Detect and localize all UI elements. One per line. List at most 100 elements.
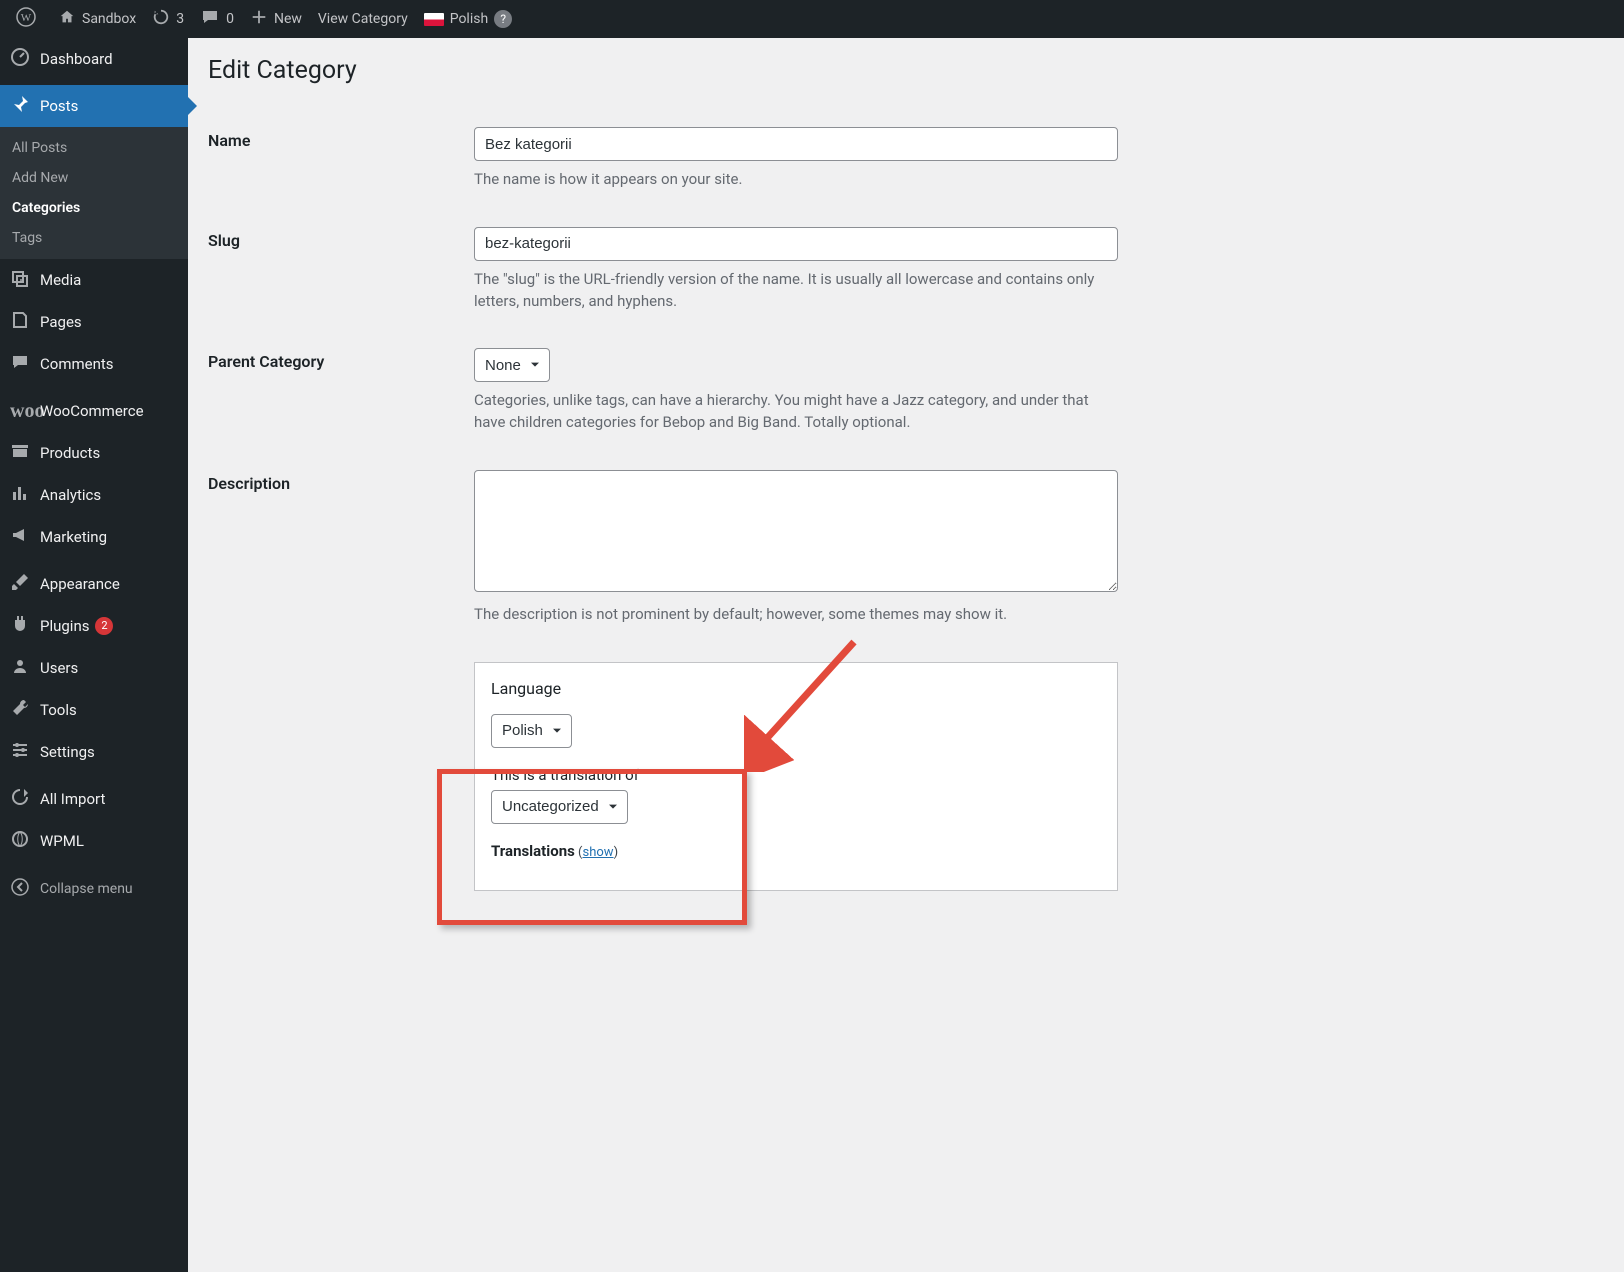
pin-icon <box>10 94 30 119</box>
woocommerce-icon: woo <box>10 400 30 423</box>
admin-sidebar: Dashboard Posts All Posts Add New Catego… <box>0 38 188 1272</box>
site-name[interactable]: Sandbox <box>50 0 144 38</box>
sidebar-item-users[interactable]: Users <box>0 647 188 689</box>
sidebar-item-label: Posts <box>40 97 78 115</box>
new-label: New <box>274 11 302 27</box>
sidebar-item-label: WooCommerce <box>40 402 144 420</box>
parent-description: Categories, unlike tags, can have a hier… <box>474 390 1118 434</box>
updates[interactable]: 3 <box>144 0 192 38</box>
update-icon <box>152 7 170 31</box>
site-title-text: Sandbox <box>82 11 136 27</box>
plugins-badge: 2 <box>95 617 113 635</box>
language-label: Polish <box>450 11 488 27</box>
user-icon <box>10 656 30 681</box>
sidebar-item-label: Marketing <box>40 528 107 546</box>
translations-paren-close: ) <box>614 845 619 860</box>
polish-flag-icon <box>424 13 444 26</box>
wordpress-icon: W <box>16 7 36 32</box>
sidebar-item-dashboard[interactable]: Dashboard <box>0 38 188 80</box>
page-title: Edit Category <box>208 56 1604 85</box>
svg-text:W: W <box>21 12 32 24</box>
dashboard-icon <box>10 47 30 72</box>
sidebar-item-label: All Import <box>40 790 105 808</box>
brush-icon <box>10 572 30 597</box>
collapse-icon <box>10 877 30 901</box>
sidebar-item-label: Appearance <box>40 575 120 593</box>
help-icon: ? <box>494 10 512 28</box>
sliders-icon <box>10 740 30 765</box>
sidebar-item-wpml[interactable]: WPML <box>0 820 188 862</box>
pages-icon <box>10 310 30 335</box>
collapse-label: Collapse menu <box>40 881 133 897</box>
wp-logo[interactable]: W <box>8 0 50 38</box>
megaphone-icon <box>10 525 30 550</box>
media-icon <box>10 268 30 293</box>
parent-select[interactable]: None <box>474 348 550 382</box>
import-icon <box>10 787 30 812</box>
plugin-icon <box>10 614 30 639</box>
comments[interactable]: 0 <box>192 0 242 38</box>
new-content[interactable]: New <box>242 0 310 38</box>
description-label: Description <box>208 474 290 493</box>
translation-of-label: This is a translation of <box>491 766 1101 784</box>
description-help: The description is not prominent by defa… <box>474 604 1118 626</box>
posts-submenu: All Posts Add New Categories Tags <box>0 127 188 259</box>
sidebar-item-settings[interactable]: Settings <box>0 731 188 773</box>
sidebar-item-products[interactable]: Products <box>0 432 188 474</box>
sidebar-item-label: Pages <box>40 313 82 331</box>
sidebar-item-analytics[interactable]: Analytics <box>0 474 188 516</box>
parent-label: Parent Category <box>208 352 324 371</box>
sidebar-item-comments[interactable]: Comments <box>0 343 188 385</box>
sidebar-item-label: Settings <box>40 743 95 761</box>
comment-icon <box>200 7 220 32</box>
sidebar-item-label: Media <box>40 271 81 289</box>
translations-show-link[interactable]: show <box>583 845 614 860</box>
view-category[interactable]: View Category <box>310 0 416 38</box>
sidebar-item-label: Analytics <box>40 486 101 504</box>
sidebar-item-label: Users <box>40 659 78 677</box>
language-heading: Language <box>491 679 1101 698</box>
translation-of-select[interactable]: Uncategorized <box>491 790 628 824</box>
submenu-add-new[interactable]: Add New <box>0 163 188 193</box>
slug-input[interactable] <box>474 227 1118 261</box>
name-label: Name <box>208 131 250 150</box>
chart-bar-icon <box>10 483 30 508</box>
content-area: Edit Category Name The name is how it ap… <box>188 38 1624 1272</box>
sidebar-item-appearance[interactable]: Appearance <box>0 563 188 605</box>
comments-count: 0 <box>226 11 234 27</box>
name-input[interactable] <box>474 127 1118 161</box>
submenu-all-posts[interactable]: All Posts <box>0 133 188 163</box>
translations-label: Translations <box>491 842 575 860</box>
slug-label: Slug <box>208 231 240 250</box>
archive-icon <box>10 441 30 466</box>
description-textarea[interactable] <box>474 470 1118 592</box>
home-icon <box>58 7 76 31</box>
sidebar-item-label: WPML <box>40 832 84 850</box>
plus-icon <box>250 7 268 31</box>
language-select[interactable]: Polish <box>491 714 572 748</box>
collapse-menu[interactable]: Collapse menu <box>0 867 188 911</box>
sidebar-item-label: Tools <box>40 701 77 719</box>
sidebar-item-label: Products <box>40 444 100 462</box>
sidebar-item-pages[interactable]: Pages <box>0 301 188 343</box>
slug-description: The "slug" is the URL-friendly version o… <box>474 269 1118 313</box>
language-switch[interactable]: Polish ? <box>416 0 520 38</box>
language-panel: Language Polish This is a translation of… <box>474 662 1118 891</box>
sidebar-item-allimport[interactable]: All Import <box>0 778 188 820</box>
sidebar-item-tools[interactable]: Tools <box>0 689 188 731</box>
submenu-tags[interactable]: Tags <box>0 223 188 253</box>
comment-icon <box>10 352 30 377</box>
sidebar-item-plugins[interactable]: Plugins 2 <box>0 605 188 647</box>
sidebar-item-posts[interactable]: Posts <box>0 85 188 127</box>
sidebar-item-label: Dashboard <box>40 50 113 68</box>
updates-count: 3 <box>176 11 184 27</box>
sidebar-item-marketing[interactable]: Marketing <box>0 516 188 558</box>
wrench-icon <box>10 698 30 723</box>
view-label: View Category <box>318 11 408 27</box>
submenu-categories[interactable]: Categories <box>0 193 188 223</box>
sidebar-item-label: Plugins <box>40 617 89 635</box>
sidebar-item-label: Comments <box>40 355 114 373</box>
sidebar-item-media[interactable]: Media <box>0 259 188 301</box>
name-description: The name is how it appears on your site. <box>474 169 1118 191</box>
sidebar-item-woocommerce[interactable]: woo WooCommerce <box>0 390 188 432</box>
